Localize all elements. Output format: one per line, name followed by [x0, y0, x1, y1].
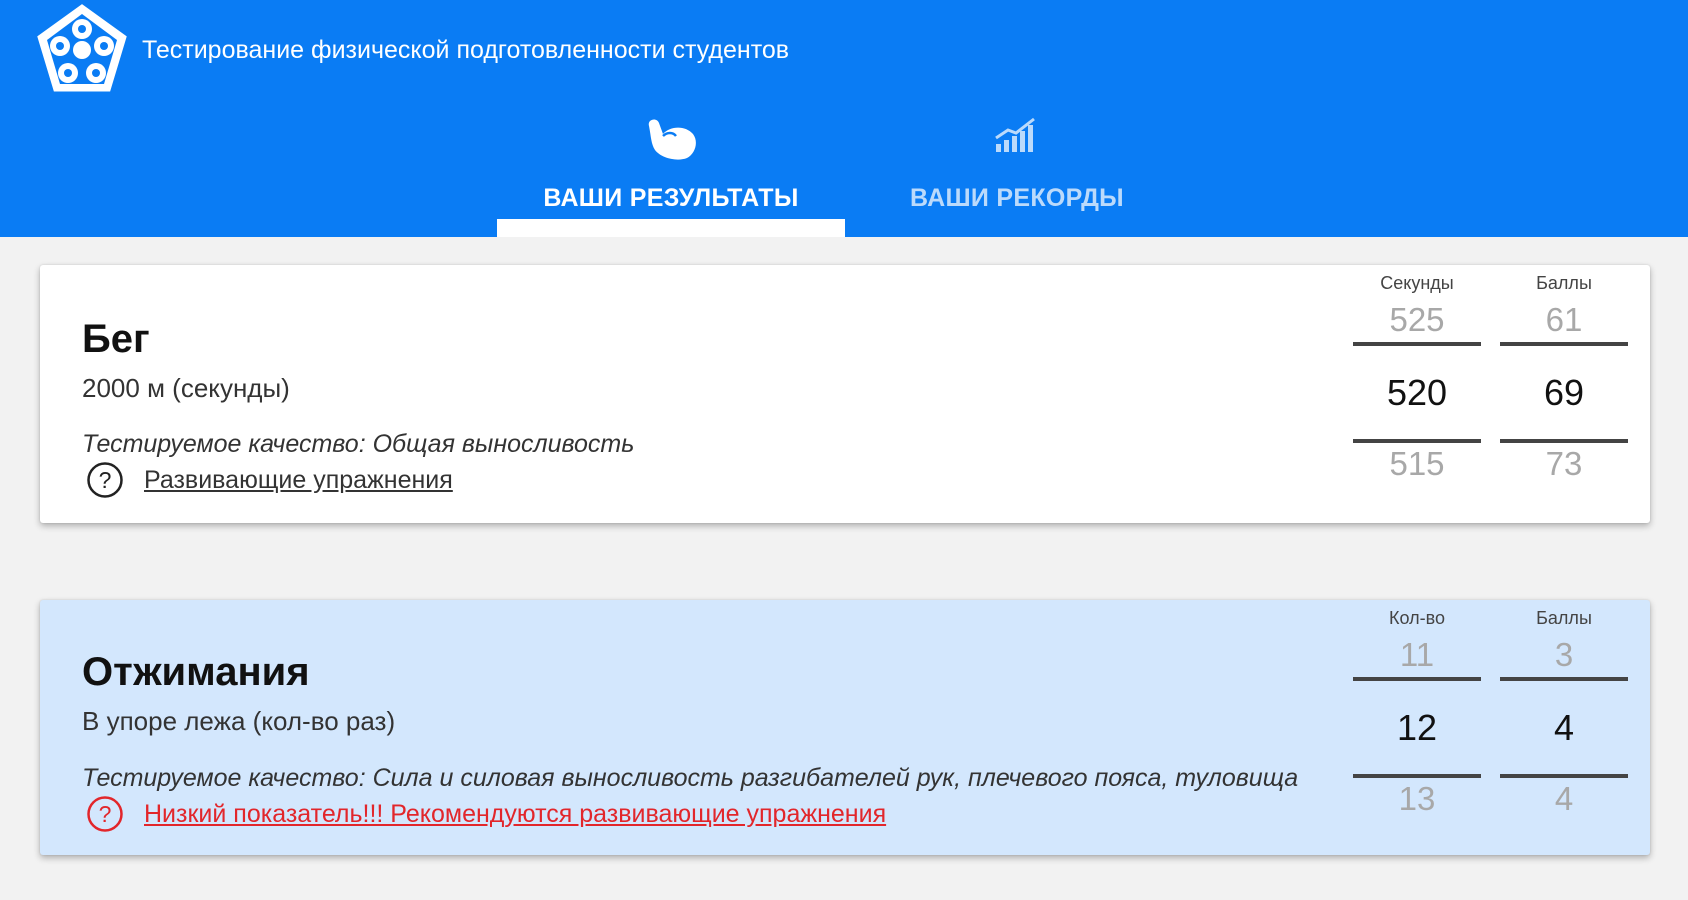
exercises-link-row: ? Низкий показатель!!! Рекомендуются раз… — [86, 794, 886, 834]
signal-bars-icon — [995, 117, 1035, 152]
tab-label: ВАШИ РЕЗУЛЬТАТЫ — [543, 184, 799, 212]
tested-quality: Тестируемое качество: Общая выносливость — [82, 430, 635, 458]
divider — [1353, 774, 1481, 778]
next-value: 515 — [1389, 445, 1445, 482]
divider — [1353, 677, 1481, 681]
help-circle-icon[interactable]: ? — [86, 461, 124, 499]
exercise-subtitle: 2000 м (секунды) — [82, 373, 290, 403]
column-header: Баллы — [1536, 608, 1592, 628]
flexed-arm-icon — [648, 119, 696, 160]
tab-label: ВАШИ РЕКОРДЫ — [910, 184, 1124, 212]
exercise-title: Отжимания — [82, 650, 310, 694]
column-header: Баллы — [1536, 273, 1592, 293]
exercises-link[interactable]: Развивающие упражнения — [144, 466, 453, 495]
previous-value: 11 — [1399, 636, 1435, 673]
low-score-warning-link[interactable]: Низкий показатель!!! Рекомендуются разви… — [144, 800, 886, 829]
pentagon-sport-logo-icon — [37, 4, 127, 92]
divider — [1500, 677, 1628, 681]
column-header: Кол-во — [1389, 608, 1445, 628]
next-value: 4 — [1554, 780, 1574, 817]
next-value: 13 — [1398, 780, 1436, 817]
divider — [1500, 774, 1628, 778]
next-value: 73 — [1545, 445, 1583, 482]
tab-your-results[interactable]: ВАШИ РЕЗУЛЬТАТЫ — [497, 108, 845, 237]
active-tab-indicator — [497, 219, 845, 237]
exercise-subtitle: В упоре лежа (кол-во раз) — [82, 706, 396, 736]
svg-text:?: ? — [99, 801, 112, 827]
exercise-title: Бег — [82, 317, 150, 361]
previous-value: 61 — [1545, 301, 1583, 338]
current-value: 4 — [1553, 707, 1575, 748]
current-value: 520 — [1386, 372, 1448, 413]
previous-value: 525 — [1389, 301, 1445, 338]
tested-quality: Тестируемое качество: Сила и силовая вын… — [82, 764, 1299, 792]
current-value: 12 — [1396, 707, 1438, 748]
help-circle-icon[interactable]: ? — [86, 795, 124, 833]
divider — [1500, 439, 1628, 443]
app-bar: Тестирование физической подготовленности… — [0, 0, 1688, 237]
divider — [1500, 342, 1628, 346]
column-header: Секунды — [1380, 273, 1454, 293]
app-title: Тестирование физической подготовленности… — [142, 36, 790, 64]
exercise-card-pushups[interactable]: Отжимания В упоре лежа (кол-во раз) Тест… — [40, 600, 1650, 855]
divider — [1353, 439, 1481, 443]
exercise-card-running[interactable]: Бег 2000 м (секунды) Тестируемое качеств… — [40, 265, 1650, 523]
previous-value: 3 — [1554, 636, 1574, 673]
exercises-link-row: ? Развивающие упражнения — [86, 460, 453, 500]
svg-text:?: ? — [99, 467, 112, 493]
divider — [1353, 342, 1481, 346]
tab-your-records[interactable]: ВАШИ РЕКОРДЫ — [867, 108, 1167, 237]
current-value: 69 — [1543, 372, 1585, 413]
